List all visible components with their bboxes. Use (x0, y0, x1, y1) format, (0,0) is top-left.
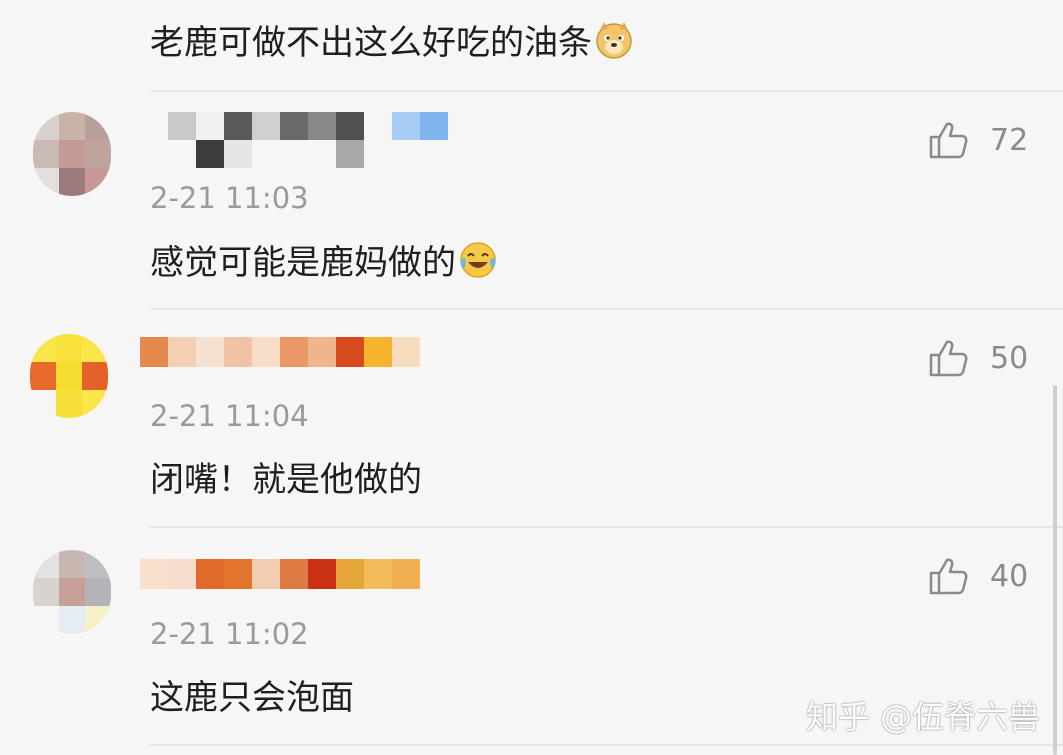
watermark: 知乎 @伍脊六兽 (806, 698, 1041, 736)
like-button[interactable]: 40 (928, 556, 1028, 596)
like-count: 72 (990, 122, 1029, 158)
thumbs-up-icon (929, 558, 968, 595)
username-blurred[interactable] (140, 559, 420, 589)
divider (150, 308, 1063, 310)
comment-timestamp: 2-21 11:02 (150, 617, 309, 651)
like-button[interactable]: 72 (928, 120, 1028, 160)
comment-timestamp: 2-21 11:04 (150, 399, 309, 433)
avatar[interactable] (33, 112, 111, 196)
comment-timestamp: 2-21 11:03 (150, 181, 309, 215)
doge-emoji (596, 22, 632, 59)
username-blurred[interactable] (168, 112, 468, 168)
like-count: 50 (990, 340, 1029, 376)
comment-text: 这鹿只会泡面 (150, 678, 354, 718)
thumbs-up-icon (929, 340, 968, 377)
scrollbar[interactable] (1053, 385, 1057, 755)
divider (150, 90, 1063, 92)
divider (150, 526, 1063, 528)
laugh-cry-emoji (460, 242, 496, 278)
comment-text: 闭嘴！就是他做的 (150, 460, 422, 500)
avatar[interactable] (30, 334, 108, 418)
avatar[interactable] (33, 550, 111, 634)
comment-text: 感觉可能是鹿妈做的 (150, 240, 498, 285)
thumbs-up-icon (929, 122, 968, 159)
comment-text: 老鹿可做不出这么好吃的油条 (150, 20, 634, 65)
like-button[interactable]: 50 (928, 338, 1028, 378)
like-count: 40 (990, 558, 1029, 594)
username-blurred[interactable] (140, 337, 420, 367)
divider (150, 744, 1063, 746)
